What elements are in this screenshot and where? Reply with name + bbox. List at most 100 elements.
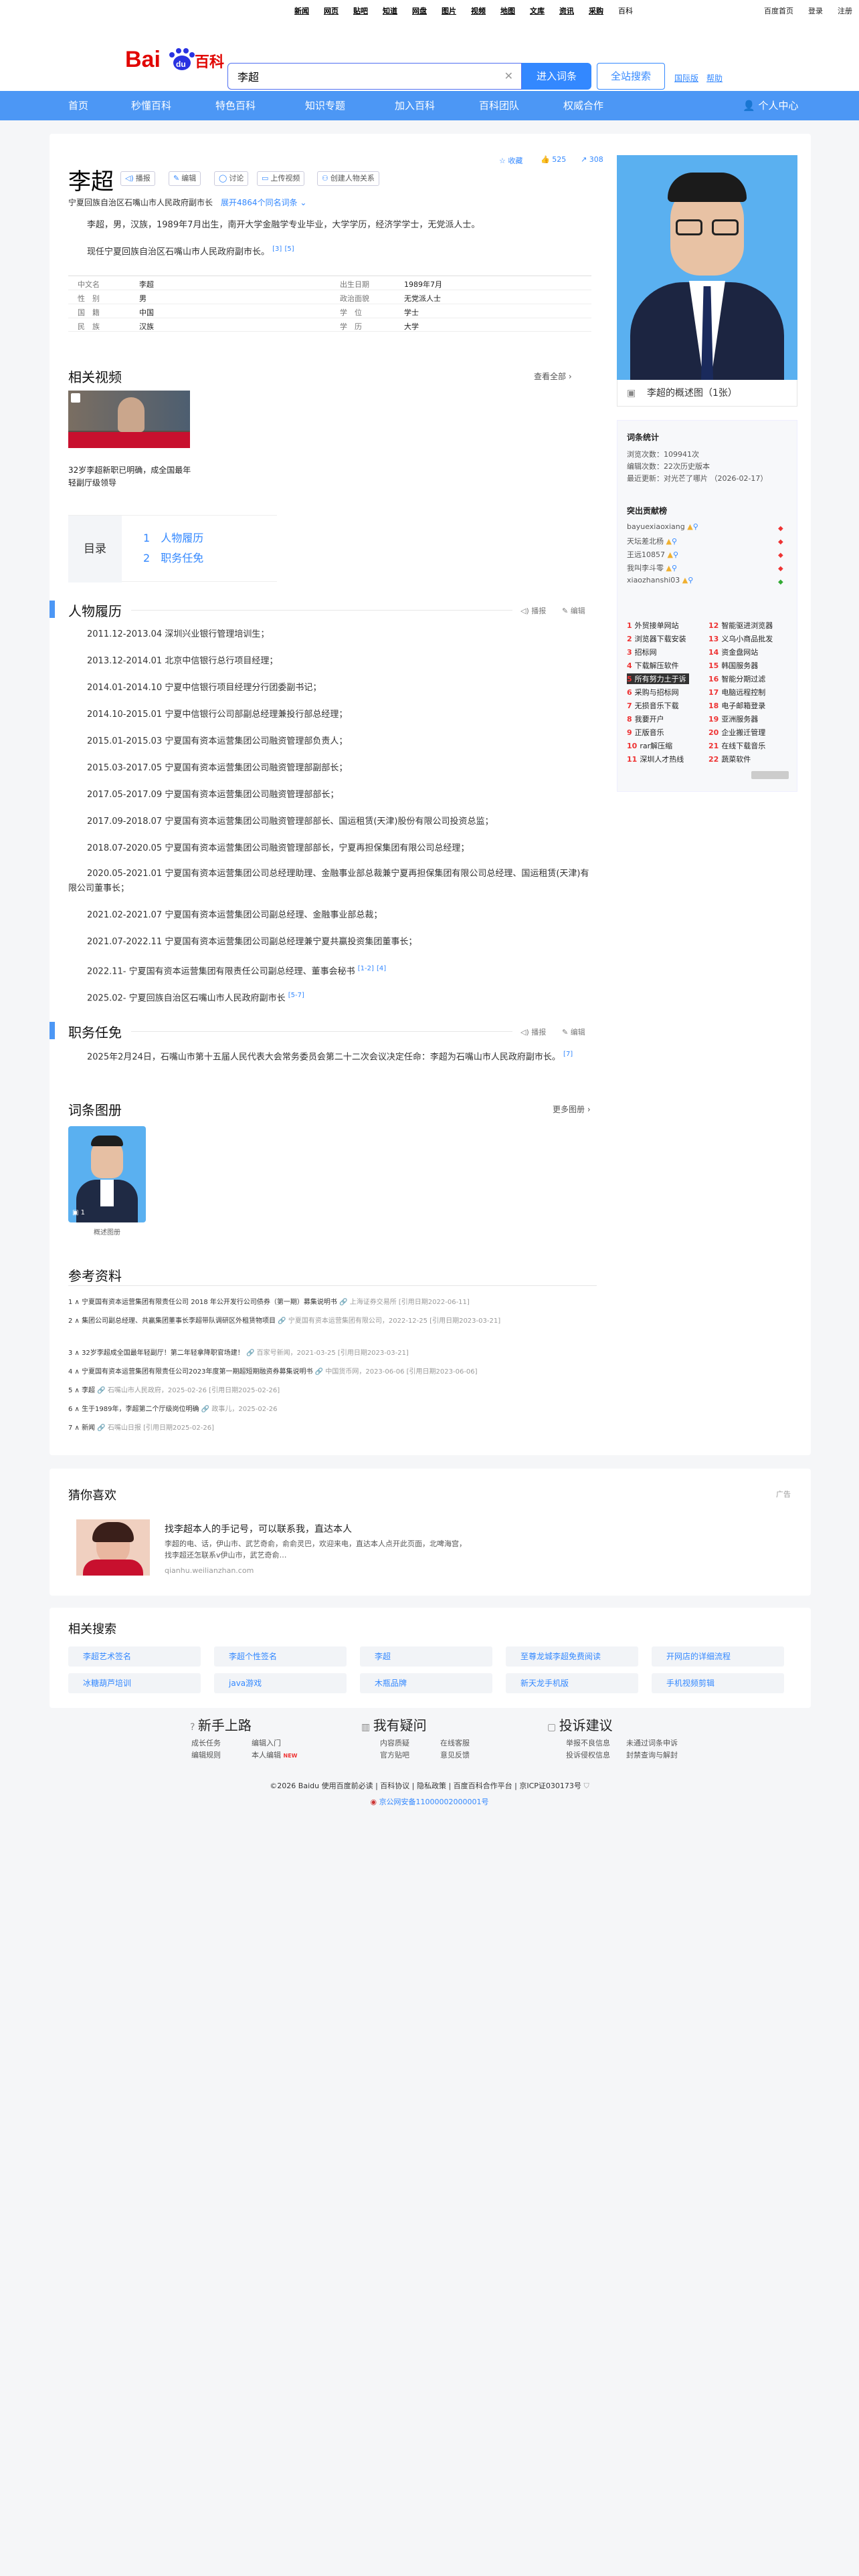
contributor[interactable]: bayuexiaoxiang ▲⚲ bbox=[627, 522, 698, 531]
hot-item-highlight[interactable]: 5 所有努力土于诉 bbox=[627, 673, 689, 684]
appoint-edit-button[interactable]: ✎ 编辑 bbox=[562, 1027, 585, 1037]
footer-link[interactable]: 意见反馈 bbox=[440, 1749, 470, 1760]
guess-ad-url[interactable]: qianhu.weilianzhan.com bbox=[165, 1566, 254, 1575]
summary-image-caption[interactable]: ▣ 李超的概述图（1张） bbox=[617, 380, 797, 407]
ref-sup[interactable]: [3] bbox=[272, 245, 282, 253]
footer-link[interactable]: 内容质疑 bbox=[380, 1737, 409, 1748]
related-chip[interactable]: 李超个性签名 bbox=[214, 1646, 347, 1667]
contributor[interactable]: 我叫李斗零 ▲⚲ bbox=[627, 562, 677, 573]
topnav-wenku[interactable]: 文库 bbox=[530, 5, 545, 16]
summary-image[interactable] bbox=[617, 155, 797, 380]
hot-item[interactable]: 9 正版音乐 bbox=[627, 727, 664, 738]
hot-item[interactable]: 12 智能驱进浏览器 bbox=[708, 620, 773, 631]
more-albums-link[interactable]: 更多图册 › bbox=[553, 1103, 591, 1115]
nav-zhishi[interactable]: 知识专题 bbox=[305, 91, 345, 120]
topnav-caigou[interactable]: 采购 bbox=[589, 5, 603, 16]
info-value-link[interactable]: 中国 bbox=[139, 307, 154, 318]
create-relation-button[interactable]: ⚇ 创建人物关系 bbox=[317, 171, 379, 186]
hot-item[interactable]: 1 外贸接单网站 bbox=[627, 620, 679, 631]
footer-link[interactable]: 未通过词条申诉 bbox=[626, 1737, 678, 1748]
toc-item-2[interactable]: 2 职务任免 bbox=[143, 549, 203, 565]
footer-link[interactable]: 编辑规则 bbox=[191, 1749, 221, 1760]
nav-home[interactable]: 首页 bbox=[68, 91, 88, 120]
video-thumbnail[interactable] bbox=[68, 391, 190, 459]
topnav-info[interactable]: 资讯 bbox=[559, 5, 574, 16]
related-chip[interactable]: 新天龙手机版 bbox=[506, 1673, 638, 1693]
site-search-button[interactable]: 全站搜索 bbox=[597, 63, 665, 90]
video-title[interactable]: 32岁李超新职已明确，成全国最年轻副厅级领导 bbox=[68, 464, 195, 490]
hot-item[interactable]: 18 电子邮箱登录 bbox=[708, 700, 765, 711]
clear-icon[interactable]: ✕ bbox=[504, 70, 513, 82]
contributor[interactable]: 天坛差北杨 ▲⚲ bbox=[627, 536, 677, 546]
ref-item[interactable]: 5 ∧ 李超 🔗 石嘴山市人民政府，2025-02-26 [引用日期2025-0… bbox=[68, 1386, 597, 1396]
footer-link[interactable]: 封禁查询与解封 bbox=[626, 1749, 678, 1760]
favorite-button[interactable]: ☆ 收藏 bbox=[499, 155, 522, 166]
ref-item[interactable]: 2 ∧ 集团公司副总经理、共赢集团董事长李超带队调研区外租赁物项目 🔗 宁夏国有… bbox=[68, 1316, 597, 1327]
baike-logo[interactable]: Bai du 百科 bbox=[125, 40, 224, 74]
ref-sup[interactable]: [7] bbox=[563, 1051, 573, 1058]
baidu-home-link[interactable]: 百度首页 bbox=[764, 5, 793, 16]
upload-video-button[interactable]: ▭ 上传视频 bbox=[257, 171, 305, 186]
hot-item[interactable]: 15 韩国服务器 bbox=[708, 660, 758, 671]
album-cover[interactable]: ▣ 1 bbox=[68, 1126, 146, 1222]
intl-link[interactable]: 国际版 bbox=[674, 72, 698, 84]
register-link[interactable]: 注册 bbox=[838, 5, 852, 16]
footer-link[interactable]: 举报不良信息 bbox=[566, 1737, 610, 1748]
related-chip[interactable]: 木瓶品牌 bbox=[360, 1673, 492, 1693]
hot-item[interactable]: 17 电脑远程控制 bbox=[708, 687, 765, 697]
nav-join[interactable]: 加入百科 bbox=[395, 91, 435, 120]
appoint-broadcast-button[interactable]: ◁) 播报 bbox=[520, 1027, 546, 1037]
career-edit-button[interactable]: ✎ 编辑 bbox=[562, 605, 585, 616]
ref-item[interactable]: 7 ∧ 新闻 🔗 石嘴山日报 [引用日期2025-02-26] bbox=[68, 1423, 597, 1434]
topnav-baike[interactable]: 百科 bbox=[618, 5, 633, 16]
related-chip[interactable]: java游戏 bbox=[214, 1673, 347, 1693]
ref-sup[interactable]: [1-2] bbox=[358, 965, 374, 972]
hot-item[interactable]: 19 亚洲服务器 bbox=[708, 714, 758, 724]
related-chip[interactable]: 李超 bbox=[360, 1646, 492, 1667]
hot-item[interactable]: 10 rar解压缩 bbox=[627, 740, 672, 751]
stat-edits[interactable]: 编辑次数：22次历史版本 bbox=[627, 461, 710, 471]
beian-link[interactable]: ◉ 京公网安备11000002000001号 bbox=[0, 1796, 859, 1807]
discuss-button[interactable]: ◯ 讨论 bbox=[214, 171, 249, 186]
same-name-link[interactable]: 展开4864个同名词条 bbox=[221, 198, 298, 207]
topnav-zhidao[interactable]: 知道 bbox=[383, 5, 397, 16]
ref-item[interactable]: 4 ∧ 宁夏国有资本运营集团有限责任公司2023年度第一期超短期融资券募集说明书… bbox=[68, 1367, 597, 1378]
hot-item[interactable]: 11 深圳人才热线 bbox=[627, 754, 684, 764]
hot-list-pager[interactable] bbox=[751, 771, 789, 779]
share-button[interactable]: ↗ 308 bbox=[581, 155, 603, 164]
ref-item[interactable]: 6 ∧ 生于1989年，李超第二个厅级岗位明确 🔗 政事儿，2025-02-26 bbox=[68, 1404, 597, 1415]
help-link[interactable]: 帮助 bbox=[706, 72, 723, 84]
ref-item[interactable]: 3 ∧ 32岁李超成全国最年轻副厅！第二年轻拿降职官场建！ 🔗 百家号新闻，20… bbox=[68, 1348, 597, 1359]
footer-link[interactable]: 投诉侵权信息 bbox=[566, 1749, 610, 1760]
nav-team[interactable]: 百科团队 bbox=[479, 91, 519, 120]
hot-item[interactable]: 2 浏览器下载安装 bbox=[627, 633, 686, 644]
topnav-video[interactable]: 视频 bbox=[471, 5, 486, 16]
topnav-web[interactable]: 网页 bbox=[324, 5, 339, 16]
hot-item[interactable]: 6 采购与招标网 bbox=[627, 687, 679, 697]
hot-item[interactable]: 20 企业搬迁管理 bbox=[708, 727, 765, 738]
hot-item[interactable]: 13 义乌小商品批发 bbox=[708, 633, 773, 644]
broadcast-button[interactable]: ◁) 播报 bbox=[120, 171, 155, 186]
nav-personal[interactable]: 👤 个人中心 bbox=[743, 91, 798, 120]
topnav-map[interactable]: 地图 bbox=[500, 5, 515, 16]
ref-sup[interactable]: [5] bbox=[284, 245, 294, 253]
related-chip[interactable]: 至尊龙城李超免费阅读 bbox=[506, 1646, 638, 1667]
nav-tese[interactable]: 特色百科 bbox=[215, 91, 256, 120]
footer-link[interactable]: 成长任务 bbox=[191, 1737, 221, 1748]
related-chip[interactable]: 手机视频剪辑 bbox=[652, 1673, 784, 1693]
hot-item[interactable]: 16 智能分期过滤 bbox=[708, 673, 765, 684]
ref-sup[interactable]: [4] bbox=[377, 965, 386, 972]
footer-link[interactable]: 编辑入门 bbox=[252, 1737, 281, 1748]
topnav-news[interactable]: 新闻 bbox=[294, 5, 309, 16]
toc-item-1[interactable]: 1 人物履历 bbox=[143, 529, 203, 545]
topnav-tieba[interactable]: 贴吧 bbox=[353, 5, 368, 16]
guess-thumbnail[interactable] bbox=[76, 1519, 150, 1576]
topnav-image[interactable]: 图片 bbox=[442, 5, 456, 16]
search-input[interactable] bbox=[228, 64, 482, 89]
nav-cooperation[interactable]: 权威合作 bbox=[563, 91, 603, 120]
hot-item[interactable]: 4 下载解压软件 bbox=[627, 660, 679, 671]
hot-item[interactable]: 8 我要开户 bbox=[627, 714, 664, 724]
hot-item[interactable]: 7 无损音乐下载 bbox=[627, 700, 679, 711]
hot-item[interactable]: 14 资金盘网站 bbox=[708, 647, 758, 657]
footer-link[interactable]: 官方贴吧 bbox=[380, 1749, 409, 1760]
